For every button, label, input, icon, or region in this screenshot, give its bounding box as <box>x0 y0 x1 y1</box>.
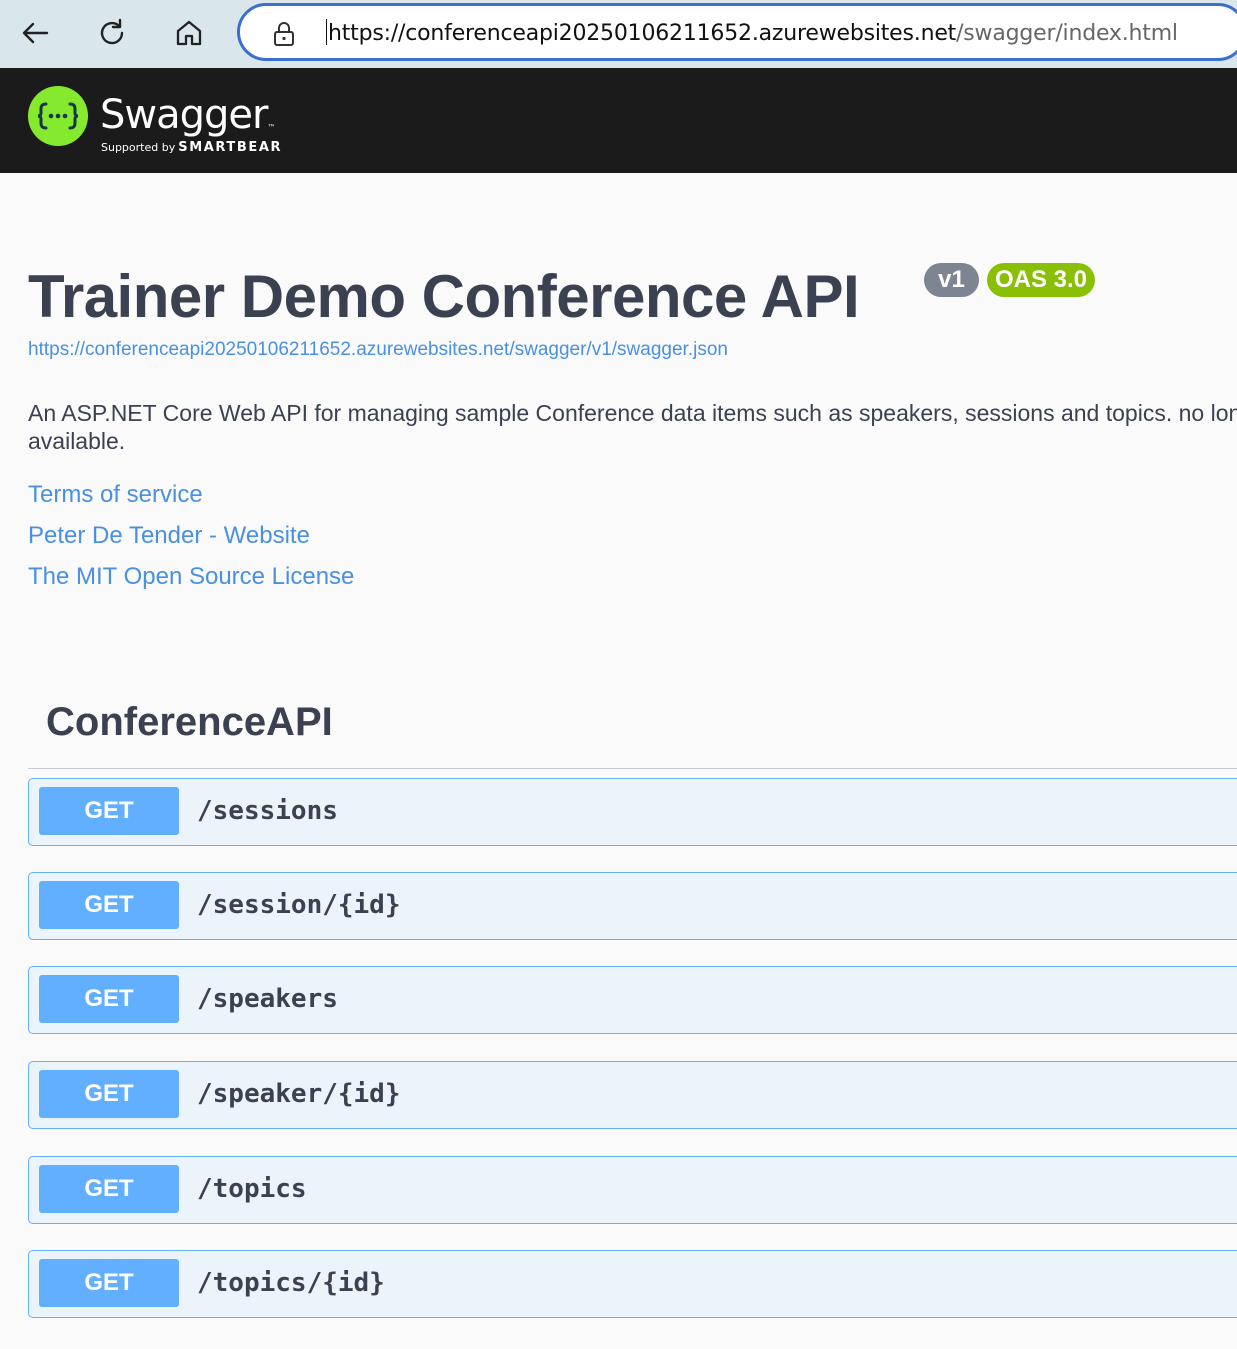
operation-path: /sessions <box>197 796 338 826</box>
arrow-left-icon <box>22 22 49 44</box>
operation-get-sessions[interactable]: GET /sessions <box>28 778 1237 846</box>
operation-get-session-id[interactable]: GET /session/{id} <box>28 872 1237 940</box>
operation-path: /session/{id} <box>197 890 401 920</box>
address-bar[interactable]: https://conferenceapi20250106211652.azur… <box>237 3 1237 61</box>
version-badge: v1 <box>924 263 979 297</box>
operation-path: /topics/{id} <box>197 1268 385 1298</box>
terms-of-service-link[interactable]: Terms of service <box>28 481 203 509</box>
operation-get-topics[interactable]: GET /topics <box>28 1156 1237 1224</box>
tag-divider <box>28 768 1237 769</box>
home-button[interactable] <box>166 10 212 56</box>
swagger-topbar: Swagger™ Supported by SMARTBEAR <box>0 68 1237 173</box>
swagger-json-link[interactable]: https://conferenceapi20250106211652.azur… <box>28 339 728 361</box>
smartbear-brand: SMARTBEAR <box>178 140 283 155</box>
refresh-icon <box>100 18 124 45</box>
url-text[interactable]: https://conferenceapi20250106211652.azur… <box>326 19 1178 46</box>
method-badge: GET <box>39 1070 179 1118</box>
api-description: An ASP.NET Core Web API for managing sam… <box>28 400 1237 454</box>
method-badge: GET <box>39 787 179 835</box>
method-badge: GET <box>39 1165 179 1213</box>
method-badge: GET <box>39 975 179 1023</box>
oas-badge: OAS 3.0 <box>987 263 1095 297</box>
browser-toolbar: https://conferenceapi20250106211652.azur… <box>0 0 1237 68</box>
url-host: https://conferenceapi20250106211652.azur… <box>328 21 957 46</box>
swagger-logo-icon[interactable] <box>28 86 88 146</box>
swagger-logo-text[interactable]: Swagger™ <box>100 92 275 138</box>
supported-by-text: Supported by SMARTBEAR <box>101 140 283 155</box>
operation-get-topics-id[interactable]: GET /topics/{id} <box>28 1250 1237 1318</box>
page-title: Trainer Demo Conference API <box>28 263 860 330</box>
contact-website-link[interactable]: Peter De Tender - Website <box>28 522 310 550</box>
operation-path: /topics <box>197 1174 307 1204</box>
refresh-button[interactable] <box>89 10 135 56</box>
method-badge: GET <box>39 881 179 929</box>
lock-icon <box>274 22 294 46</box>
operation-path: /speakers <box>197 984 338 1014</box>
url-path: /swagger/index.html <box>956 21 1178 46</box>
home-icon <box>176 20 202 46</box>
operation-get-speakers[interactable]: GET /speakers <box>28 966 1237 1034</box>
operation-path: /speaker/{id} <box>197 1079 401 1109</box>
tag-header-conferenceapi[interactable]: ConferenceAPI <box>46 700 333 745</box>
license-link[interactable]: The MIT Open Source License <box>28 563 354 591</box>
method-badge: GET <box>39 1259 179 1307</box>
operation-get-speaker-id[interactable]: GET /speaker/{id} <box>28 1061 1237 1129</box>
back-button[interactable] <box>12 10 58 56</box>
